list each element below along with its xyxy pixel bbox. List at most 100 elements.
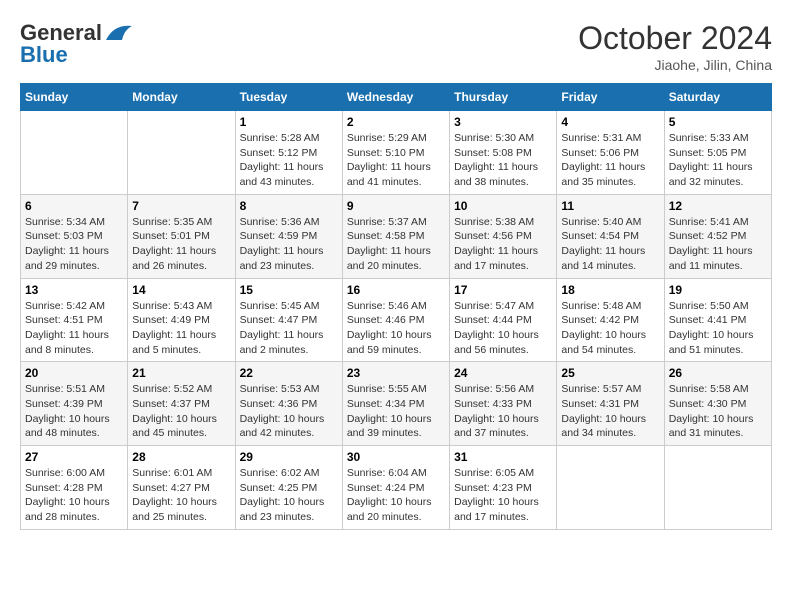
day-number: 24 [454,366,552,380]
day-number: 15 [240,283,338,297]
day-info: Sunrise: 5:51 AM Sunset: 4:39 PM Dayligh… [25,382,123,441]
calendar-cell: 17 Sunrise: 5:47 AM Sunset: 4:44 PM Dayli… [450,278,557,362]
day-info: Sunrise: 5:31 AM Sunset: 5:06 PM Dayligh… [561,131,659,190]
day-number: 13 [25,283,123,297]
calendar-cell: 8 Sunrise: 5:36 AM Sunset: 4:59 PM Daylig… [235,194,342,278]
calendar-cell: 19 Sunrise: 5:50 AM Sunset: 4:41 PM Dayli… [664,278,771,362]
day-number: 26 [669,366,767,380]
weekday-header-wednesday: Wednesday [342,84,449,111]
calendar-cell: 12 Sunrise: 5:41 AM Sunset: 4:52 PM Dayli… [664,194,771,278]
calendar-week-1: 1 Sunrise: 5:28 AM Sunset: 5:12 PM Daylig… [21,111,772,195]
day-number: 10 [454,199,552,213]
day-info: Sunrise: 6:05 AM Sunset: 4:23 PM Dayligh… [454,466,552,525]
day-info: Sunrise: 5:56 AM Sunset: 4:33 PM Dayligh… [454,382,552,441]
day-number: 30 [347,450,445,464]
day-info: Sunrise: 5:35 AM Sunset: 5:01 PM Dayligh… [132,215,230,274]
calendar-cell: 30 Sunrise: 6:04 AM Sunset: 4:24 PM Dayli… [342,446,449,530]
weekday-header-saturday: Saturday [664,84,771,111]
day-info: Sunrise: 6:01 AM Sunset: 4:27 PM Dayligh… [132,466,230,525]
location: Jiaohe, Jilin, China [578,57,772,73]
calendar-cell [664,446,771,530]
calendar-week-4: 20 Sunrise: 5:51 AM Sunset: 4:39 PM Dayli… [21,362,772,446]
day-info: Sunrise: 6:02 AM Sunset: 4:25 PM Dayligh… [240,466,338,525]
day-number: 5 [669,115,767,129]
calendar-cell [128,111,235,195]
calendar-week-3: 13Sunrise: 5:42 AM Sunset: 4:51 PM Dayli… [21,278,772,362]
day-info: Sunrise: 5:41 AM Sunset: 4:52 PM Dayligh… [669,215,767,274]
day-number: 16 [347,283,445,297]
calendar-cell: 5Sunrise: 5:33 AM Sunset: 5:05 PM Daylig… [664,111,771,195]
day-number: 3 [454,115,552,129]
calendar-cell: 25Sunrise: 5:57 AM Sunset: 4:31 PM Dayli… [557,362,664,446]
day-number: 28 [132,450,230,464]
day-info: Sunrise: 6:00 AM Sunset: 4:28 PM Dayligh… [25,466,123,525]
day-info: Sunrise: 5:40 AM Sunset: 4:54 PM Dayligh… [561,215,659,274]
weekday-header-row: SundayMondayTuesdayWednesdayThursdayFrid… [21,84,772,111]
day-number: 12 [669,199,767,213]
weekday-header-monday: Monday [128,84,235,111]
day-number: 9 [347,199,445,213]
day-number: 6 [25,199,123,213]
calendar-cell: 15 Sunrise: 5:45 AM Sunset: 4:47 PM Dayli… [235,278,342,362]
calendar-cell: 11 Sunrise: 5:40 AM Sunset: 4:54 PM Dayli… [557,194,664,278]
calendar-cell: 18 Sunrise: 5:48 AM Sunset: 4:42 PM Dayli… [557,278,664,362]
calendar-cell [21,111,128,195]
day-number: 19 [669,283,767,297]
day-info: Sunrise: 5:34 AM Sunset: 5:03 PM Dayligh… [25,215,123,274]
day-number: 8 [240,199,338,213]
day-number: 14 [132,283,230,297]
day-number: 29 [240,450,338,464]
day-info: Sunrise: 5:28 AM Sunset: 5:12 PM Dayligh… [240,131,338,190]
day-number: 27 [25,450,123,464]
logo-wing-icon [104,22,136,44]
month-title: October 2024 [578,20,772,57]
day-info: Sunrise: 5:52 AM Sunset: 4:37 PM Dayligh… [132,382,230,441]
calendar-cell: 1 Sunrise: 5:28 AM Sunset: 5:12 PM Daylig… [235,111,342,195]
day-info: Sunrise: 5:36 AM Sunset: 4:59 PM Dayligh… [240,215,338,274]
weekday-header-friday: Friday [557,84,664,111]
logo: General Blue [20,20,136,68]
day-number: 4 [561,115,659,129]
day-number: 20 [25,366,123,380]
calendar-cell: 16 Sunrise: 5:46 AM Sunset: 4:46 PM Dayli… [342,278,449,362]
logo-blue: Blue [20,42,68,68]
calendar-cell: 6 Sunrise: 5:34 AM Sunset: 5:03 PM Daylig… [21,194,128,278]
calendar-cell: 22Sunrise: 5:53 AM Sunset: 4:36 PM Dayli… [235,362,342,446]
calendar-cell: 3 Sunrise: 5:30 AM Sunset: 5:08 PM Daylig… [450,111,557,195]
day-number: 2 [347,115,445,129]
calendar-cell: 2 Sunrise: 5:29 AM Sunset: 5:10 PM Daylig… [342,111,449,195]
calendar-cell: 10Sunrise: 5:38 AM Sunset: 4:56 PM Dayli… [450,194,557,278]
day-info: Sunrise: 5:37 AM Sunset: 4:58 PM Dayligh… [347,215,445,274]
calendar-table: SundayMondayTuesdayWednesdayThursdayFrid… [20,83,772,530]
day-number: 1 [240,115,338,129]
day-number: 21 [132,366,230,380]
calendar-cell: 26 Sunrise: 5:58 AM Sunset: 4:30 PM Dayli… [664,362,771,446]
weekday-header-thursday: Thursday [450,84,557,111]
day-number: 18 [561,283,659,297]
calendar-cell: 31 Sunrise: 6:05 AM Sunset: 4:23 PM Dayli… [450,446,557,530]
day-info: Sunrise: 5:47 AM Sunset: 4:44 PM Dayligh… [454,299,552,358]
calendar-cell: 27 Sunrise: 6:00 AM Sunset: 4:28 PM Dayli… [21,446,128,530]
day-number: 11 [561,199,659,213]
calendar-cell: 24 Sunrise: 5:56 AM Sunset: 4:33 PM Dayli… [450,362,557,446]
day-info: Sunrise: 5:48 AM Sunset: 4:42 PM Dayligh… [561,299,659,358]
calendar-body: 1 Sunrise: 5:28 AM Sunset: 5:12 PM Daylig… [21,111,772,530]
day-number: 17 [454,283,552,297]
calendar-cell: 28 Sunrise: 6:01 AM Sunset: 4:27 PM Dayli… [128,446,235,530]
calendar-week-2: 6 Sunrise: 5:34 AM Sunset: 5:03 PM Daylig… [21,194,772,278]
weekday-header-tuesday: Tuesday [235,84,342,111]
day-info: Sunrise: 5:45 AM Sunset: 4:47 PM Dayligh… [240,299,338,358]
calendar-cell: 4 Sunrise: 5:31 AM Sunset: 5:06 PM Daylig… [557,111,664,195]
day-info: Sunrise: 5:58 AM Sunset: 4:30 PM Dayligh… [669,382,767,441]
page-header: General Blue October 2024 Jiaohe, Jilin,… [20,20,772,73]
day-info: Sunrise: 5:46 AM Sunset: 4:46 PM Dayligh… [347,299,445,358]
calendar-cell [557,446,664,530]
calendar-week-5: 27 Sunrise: 6:00 AM Sunset: 4:28 PM Dayli… [21,446,772,530]
day-info: Sunrise: 5:30 AM Sunset: 5:08 PM Dayligh… [454,131,552,190]
day-number: 31 [454,450,552,464]
day-number: 22 [240,366,338,380]
day-info: Sunrise: 5:50 AM Sunset: 4:41 PM Dayligh… [669,299,767,358]
day-info: Sunrise: 6:04 AM Sunset: 4:24 PM Dayligh… [347,466,445,525]
day-info: Sunrise: 5:29 AM Sunset: 5:10 PM Dayligh… [347,131,445,190]
title-area: October 2024 Jiaohe, Jilin, China [578,20,772,73]
